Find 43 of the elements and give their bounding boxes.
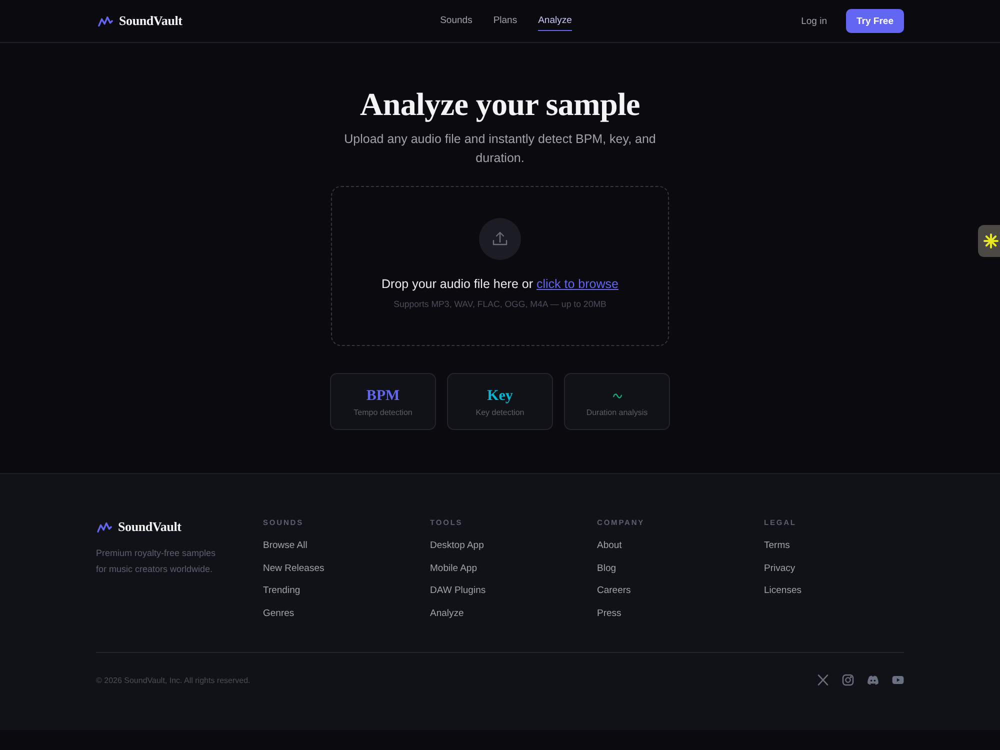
footer-link[interactable]: Careers [597,585,631,598]
x-letter-icon[interactable] [817,674,829,686]
drop-instructions: Drop your audio file here or click to browse [382,277,618,291]
feature-caption: Tempo detection [354,408,412,416]
nav-link[interactable]: Sounds [440,12,472,30]
feature-caption: Duration analysis [586,408,648,416]
footer-link[interactable]: Analyze [430,608,464,620]
footer-link[interactable]: About [597,540,622,553]
footer-tagline: Premium royalty-free samples for music creators worldwide. [96,547,217,576]
footer-link[interactable]: Genres [263,608,294,620]
footer-logo-text[interactable]: SoundVault [118,519,182,535]
logo-text[interactable]: SoundVault [119,13,182,29]
footer-link[interactable]: Terms [764,540,790,553]
footer-link[interactable]: Privacy [764,562,796,576]
page-subtitle: Upload any audio file and instantly detect BPM, key, and duration. [343,131,657,167]
feature-caption: Key detection [476,408,524,416]
copyright-text: © 2026 SoundVault, Inc. All rights reserved. [96,676,250,685]
footer-link[interactable]: Press [597,608,622,620]
try-free-button[interactable]: Try Free [846,9,904,33]
play-button-icon[interactable] [892,674,904,686]
waveform-icon [97,522,112,532]
camera-icon[interactable] [842,674,854,686]
footer-link[interactable]: New Releases [263,562,324,576]
login-link[interactable]: Log in [801,16,827,26]
footer-link[interactable]: Blog [597,562,616,576]
asterisk-icon[interactable] [978,225,1000,257]
feature-title: Key [487,386,513,404]
supported-formats-hint: Supports MP3, WAV, FLAC, OGG, M4A — up to 20MB [394,299,606,309]
nav-link[interactable]: Analyze [538,12,572,30]
footer-link[interactable]: Trending [263,585,300,598]
footer-link[interactable]: DAW Plugins [430,585,486,598]
footer-link[interactable]: Browse All [263,540,308,553]
page-title: Analyze your sample [360,85,640,123]
footer-link[interactable]: Desktop App [430,540,484,553]
browse-link[interactable]: click to browse [536,277,618,291]
game-controller-icon[interactable] [867,674,879,686]
footer-link[interactable]: Mobile App [430,562,478,576]
upload-icon [479,218,521,260]
waveform-icon [98,16,113,26]
feature-title: BPM [366,386,400,404]
footer-link[interactable]: Licenses [764,585,802,598]
upload-dropzone[interactable]: Drop your audio file here or click to browse Supports MP3, WAV, FLAC, OGG, M4A — up to 20MB [331,186,669,346]
nav-link[interactable]: Plans [493,12,518,30]
